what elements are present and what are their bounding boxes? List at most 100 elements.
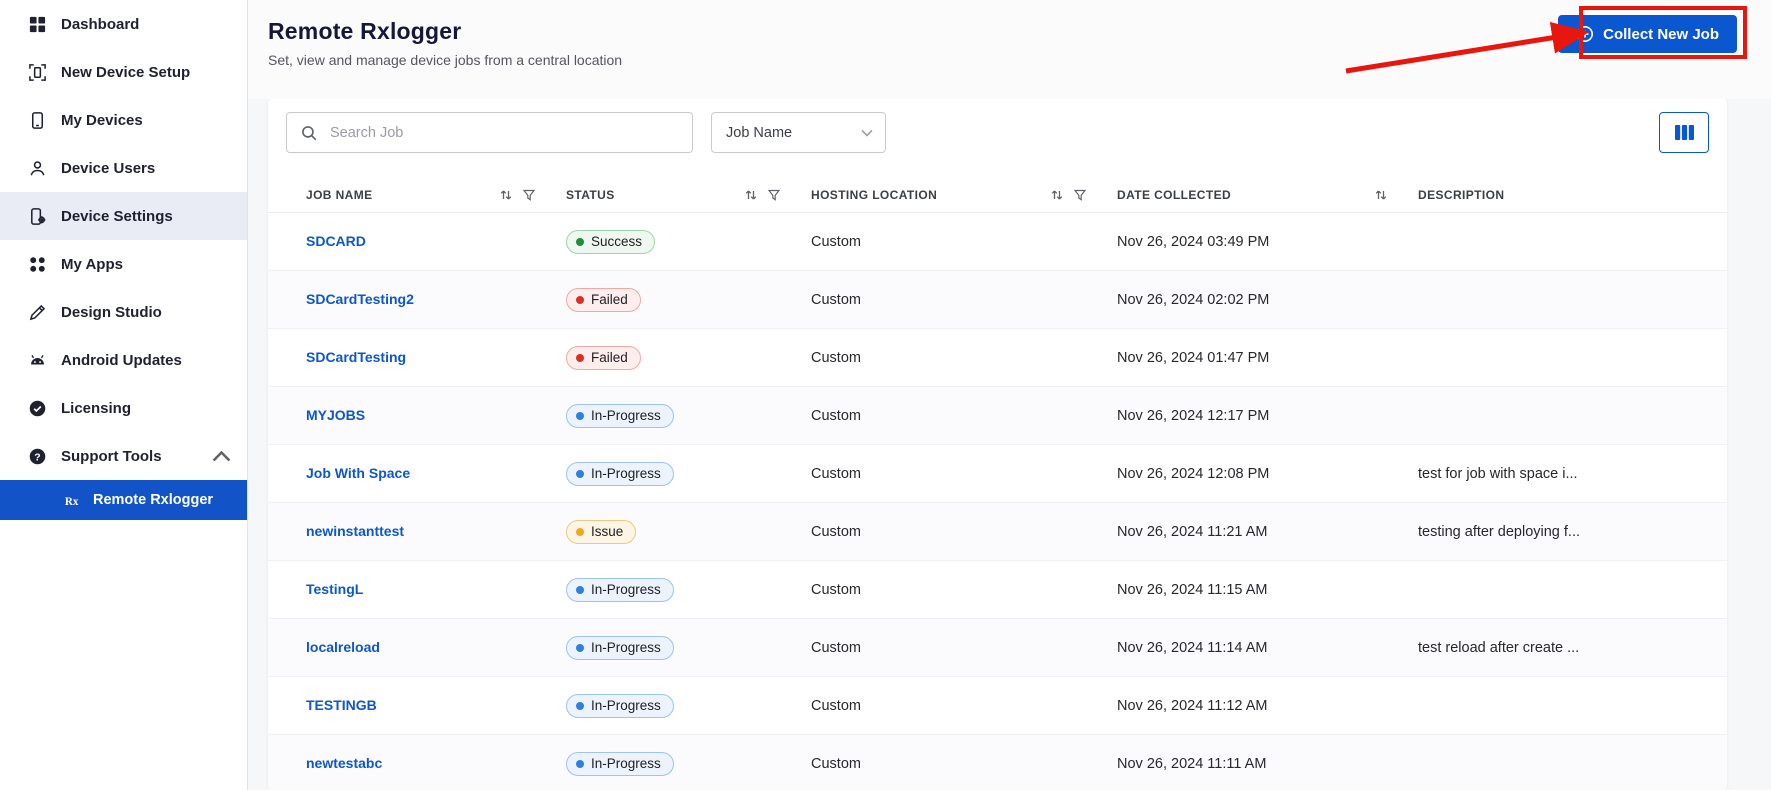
sidebar-subitem-label: Remote Rxlogger (93, 492, 213, 508)
page-subtitle: Set, view and manage device jobs from a … (268, 52, 1771, 68)
table-row[interactable]: MYJOBS In-Progress Custom Nov 26, 2024 1… (268, 387, 1727, 445)
status-label: In-Progress (591, 640, 661, 655)
status-label: In-Progress (591, 756, 661, 771)
status-badge: In-Progress (566, 404, 674, 428)
sidebar-item-label: My Devices (61, 112, 143, 129)
dropdown-value: Job Name (726, 125, 792, 141)
columns-icon (1674, 124, 1695, 141)
sort-icon[interactable] (1374, 188, 1388, 202)
sidebar-item-design-studio[interactable]: Design Studio (0, 288, 247, 336)
job-name-link[interactable]: Job With Space (306, 465, 410, 481)
date-collected-cell: Nov 26, 2024 12:08 PM (1117, 466, 1418, 482)
status-badge: Success (566, 230, 655, 254)
table-row[interactable]: TESTINGB In-Progress Custom Nov 26, 2024… (268, 677, 1727, 735)
sidebar-item-android-updates[interactable]: Android Updates (0, 336, 247, 384)
job-name-link[interactable]: newinstanttest (306, 523, 404, 539)
column-header-date-collected[interactable]: DATE COLLECTED (1117, 188, 1418, 202)
job-name-link[interactable]: SDCardTesting (306, 349, 406, 365)
svg-text:?: ? (34, 452, 40, 463)
status-dot-icon (576, 586, 584, 594)
job-name-link[interactable]: MYJOBS (306, 407, 365, 423)
license-badge-icon (28, 399, 47, 418)
date-collected-cell: Nov 26, 2024 02:02 PM (1117, 292, 1418, 308)
hosting-location-cell: Custom (811, 582, 1117, 598)
job-name-link[interactable]: SDCardTesting2 (306, 291, 414, 307)
sidebar-item-device-users[interactable]: Device Users (0, 144, 247, 192)
hosting-location-cell: Custom (811, 234, 1117, 250)
job-name-link[interactable]: TestingL (306, 581, 363, 597)
date-collected-cell: Nov 26, 2024 01:47 PM (1117, 350, 1418, 366)
table-row[interactable]: TestingL In-Progress Custom Nov 26, 2024… (268, 561, 1727, 619)
sidebar-item-support-tools[interactable]: ? Support Tools (0, 432, 247, 480)
table-row[interactable]: newtestabc In-Progress Custom Nov 26, 20… (268, 735, 1727, 790)
status-badge: In-Progress (566, 752, 674, 776)
status-badge: In-Progress (566, 462, 674, 486)
hosting-location-cell: Custom (811, 292, 1117, 308)
status-badge: In-Progress (566, 578, 674, 602)
chevron-up-icon[interactable] (212, 447, 231, 466)
device-settings-icon (28, 207, 47, 226)
status-dot-icon (576, 702, 584, 710)
date-collected-cell: Nov 26, 2024 11:15 AM (1117, 582, 1418, 598)
table-row[interactable]: SDCardTesting Failed Custom Nov 26, 2024… (268, 329, 1727, 387)
status-label: In-Progress (591, 698, 661, 713)
sort-icon[interactable] (744, 188, 758, 202)
status-badge: In-Progress (566, 694, 674, 718)
filter-icon[interactable] (1073, 188, 1087, 202)
toolbar: Job Name (268, 99, 1727, 153)
job-name-link[interactable]: newtestabc (306, 755, 382, 771)
table-row[interactable]: newinstanttest Issue Custom Nov 26, 2024… (268, 503, 1727, 561)
sort-icon[interactable] (499, 188, 513, 202)
table-row[interactable]: SDCardTesting2 Failed Custom Nov 26, 202… (268, 271, 1727, 329)
column-header-hosting-location[interactable]: HOSTING LOCATION (811, 188, 1117, 202)
column-header-job-name[interactable]: JOB NAME (306, 188, 566, 202)
table-row[interactable]: SDCARD Success Custom Nov 26, 2024 03:49… (268, 213, 1727, 271)
status-dot-icon (576, 412, 584, 420)
page-title: Remote Rxlogger (268, 18, 1771, 45)
table-row[interactable]: Job With Space In-Progress Custom Nov 26… (268, 445, 1727, 503)
status-badge: In-Progress (566, 636, 674, 660)
job-name-link[interactable]: SDCARD (306, 233, 366, 249)
job-name-link[interactable]: TESTINGB (306, 697, 377, 713)
sidebar-item-label: Dashboard (61, 16, 139, 33)
filter-icon[interactable] (522, 188, 536, 202)
svg-text:Rx: Rx (65, 495, 79, 507)
sidebar-item-remote-rxlogger[interactable]: Rx Remote Rxlogger (0, 480, 247, 520)
hosting-location-cell: Custom (811, 466, 1117, 482)
page-header: Remote Rxlogger Set, view and manage dev… (248, 0, 1771, 99)
status-label: In-Progress (591, 582, 661, 597)
sidebar-item-my-devices[interactable]: My Devices (0, 96, 247, 144)
dashboard-icon (28, 15, 47, 34)
sidebar-item-my-apps[interactable]: My Apps (0, 240, 247, 288)
column-settings-button[interactable] (1659, 112, 1709, 153)
sort-icon[interactable] (1050, 188, 1064, 202)
description-cell: test reload after create ... (1418, 640, 1689, 656)
status-dot-icon (576, 238, 584, 246)
job-name-filter-dropdown[interactable]: Job Name (711, 112, 886, 153)
date-collected-cell: Nov 26, 2024 11:12 AM (1117, 698, 1418, 714)
status-label: In-Progress (591, 408, 661, 423)
sidebar: Dashboard New Device Setup My Devices De… (0, 0, 248, 790)
job-name-link[interactable]: localreload (306, 639, 380, 655)
collect-new-job-button[interactable]: Collect New Job (1558, 15, 1737, 53)
apps-grid-icon (28, 255, 47, 274)
sidebar-item-new-device-setup[interactable]: New Device Setup (0, 48, 247, 96)
table-body: SDCARD Success Custom Nov 26, 2024 03:49… (268, 213, 1727, 790)
status-badge: Failed (566, 288, 641, 312)
status-badge: Issue (566, 520, 636, 544)
hosting-location-cell: Custom (811, 524, 1117, 540)
sidebar-item-device-settings[interactable]: Device Settings (0, 192, 247, 240)
search-icon (300, 124, 318, 142)
date-collected-cell: Nov 26, 2024 03:49 PM (1117, 234, 1418, 250)
sidebar-item-label: Licensing (61, 400, 131, 417)
status-dot-icon (576, 528, 584, 536)
sidebar-item-dashboard[interactable]: Dashboard (0, 0, 247, 48)
sidebar-item-licensing[interactable]: Licensing (0, 384, 247, 432)
table-row[interactable]: localreload In-Progress Custom Nov 26, 2… (268, 619, 1727, 677)
column-header-status[interactable]: STATUS (566, 188, 811, 202)
rx-icon: Rx (64, 492, 81, 509)
filter-icon[interactable] (767, 188, 781, 202)
android-icon (28, 351, 47, 370)
description-cell: testing after deploying f... (1418, 524, 1689, 540)
search-input[interactable] (330, 125, 682, 141)
